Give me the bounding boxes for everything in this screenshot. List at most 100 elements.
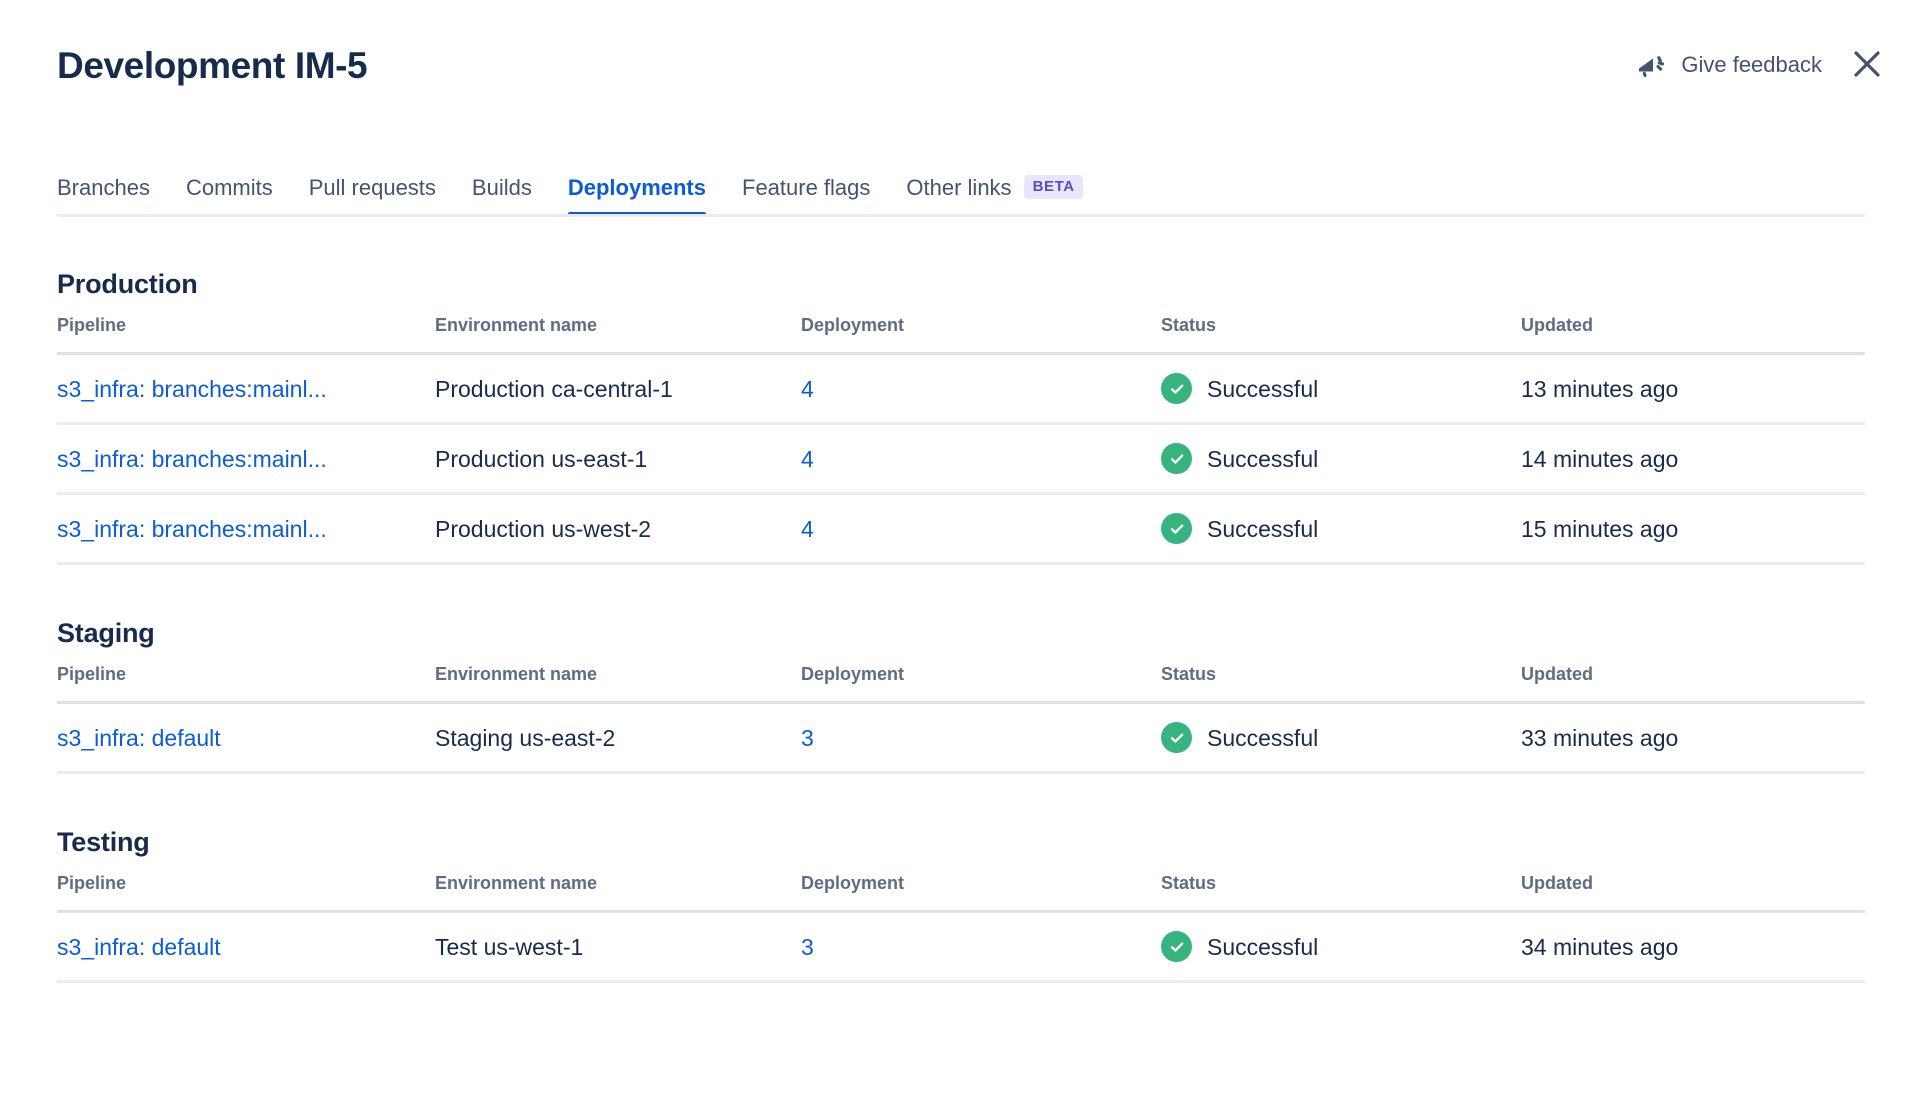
cell-pipeline: s3_infra: branches:mainl... — [57, 493, 435, 565]
tab-deployments[interactable]: Deployments — [567, 174, 707, 216]
updated-text: 13 minutes ago — [1521, 375, 1679, 402]
check-circle-icon — [1161, 722, 1192, 753]
cell-environment-name: Test us-west-1 — [435, 911, 801, 983]
tab-builds[interactable]: Builds — [472, 174, 532, 216]
pipeline-link[interactable]: s3_infra: default — [57, 723, 417, 753]
cell-pipeline: s3_infra: branches:mainl... — [57, 423, 435, 495]
cell-pipeline: s3_infra: default — [57, 911, 435, 983]
section-title: Staging — [57, 618, 155, 648]
status-badge: Successful — [1161, 373, 1521, 404]
cell-updated: 13 minutes ago — [1521, 353, 1865, 425]
status-text: Successful — [1207, 445, 1319, 472]
environment-name-text: Production us-east-1 — [435, 445, 648, 472]
tab-pull-requests[interactable]: Pull requests — [309, 174, 436, 216]
cell-status: Successful — [1161, 353, 1521, 425]
cell-environment-name: Production ca-central-1 — [435, 353, 801, 425]
deployment-link[interactable]: 3 — [801, 723, 1161, 753]
column-header-pipeline: Pipeline — [57, 663, 435, 704]
cell-status: Successful — [1161, 493, 1521, 565]
tab-label: Commits — [185, 175, 273, 200]
column-header-status: Status — [1161, 663, 1521, 704]
environment-name-text: Production ca-central-1 — [435, 375, 673, 402]
tab-label: Branches — [57, 175, 150, 200]
give-feedback-button[interactable]: Give feedback — [1635, 49, 1822, 81]
megaphone-icon — [1635, 49, 1667, 81]
deployments-panel: Development IM-5 Give feedback Branches … — [0, 0, 1930, 1120]
section-testing: Testing Pipeline Environment name Deploymen… — [57, 826, 1865, 983]
tab-bar: Branches Commits Pull requests Builds Deploy… — [57, 170, 1865, 216]
tab-branches[interactable]: Branches — [57, 174, 150, 216]
section-production: Production Pipeline Environment name Deploy… — [57, 268, 1865, 565]
cell-status: Successful — [1161, 911, 1521, 983]
cell-pipeline: s3_infra: default — [57, 702, 435, 774]
column-header-updated: Updated — [1521, 663, 1865, 704]
deployment-link[interactable]: 4 — [801, 374, 1161, 404]
cell-status: Successful — [1161, 702, 1521, 774]
table-header-row: Pipeline Environment name Deployment Status… — [57, 314, 1865, 355]
pipeline-link[interactable]: s3_infra: branches:mainl... — [57, 374, 417, 404]
deployment-link[interactable]: 4 — [801, 444, 1161, 474]
tab-other-links[interactable]: Other links BETA — [906, 174, 1083, 216]
table-row: s3_infra: default Test us-west-1 3 Successf… — [57, 911, 1865, 983]
pipeline-link[interactable]: s3_infra: branches:mainl... — [57, 514, 417, 544]
column-header-deployment: Deployment — [801, 314, 1161, 355]
table-row: s3_infra: branches:mainl... Production us… — [57, 493, 1865, 565]
column-header-updated: Updated — [1521, 314, 1865, 355]
status-badge: Successful — [1161, 931, 1521, 962]
cell-environment-name: Production us-east-1 — [435, 423, 801, 495]
tab-bar-divider — [57, 214, 1865, 217]
status-badge: Successful — [1161, 443, 1521, 474]
status-text: Successful — [1207, 933, 1319, 960]
panel-header: Development IM-5 Give feedback — [0, 0, 1930, 120]
tab-feature-flags[interactable]: Feature flags — [742, 174, 870, 216]
tab-commits[interactable]: Commits — [186, 174, 273, 216]
environment-name-text: Test us-west-1 — [435, 933, 584, 960]
updated-text: 14 minutes ago — [1521, 445, 1679, 472]
cell-status: Successful — [1161, 423, 1521, 495]
deployment-link[interactable]: 3 — [801, 932, 1161, 962]
section-title: Production — [57, 269, 198, 299]
status-text: Successful — [1207, 515, 1319, 542]
column-header-deployment: Deployment — [801, 663, 1161, 704]
column-header-updated: Updated — [1521, 872, 1865, 913]
status-badge: Successful — [1161, 513, 1521, 544]
column-header-pipeline: Pipeline — [57, 314, 435, 355]
deployments-table: Pipeline Environment name Deployment Status… — [57, 872, 1865, 983]
pipeline-link[interactable]: s3_infra: branches:mainl... — [57, 444, 417, 474]
cell-environment-name: Staging us-east-2 — [435, 702, 801, 774]
updated-text: 34 minutes ago — [1521, 933, 1679, 960]
table-row: s3_infra: branches:mainl... Production us… — [57, 423, 1865, 495]
cell-deployment: 4 — [801, 493, 1161, 565]
column-header-deployment: Deployment — [801, 872, 1161, 913]
check-circle-icon — [1161, 373, 1192, 404]
tab-label: Deployments — [567, 175, 706, 200]
cell-updated: 34 minutes ago — [1521, 911, 1865, 983]
tab-label: Other links — [906, 175, 1012, 200]
beta-badge: BETA — [1023, 175, 1083, 199]
column-header-status: Status — [1161, 314, 1521, 355]
updated-text: 15 minutes ago — [1521, 515, 1679, 542]
table-header-row: Pipeline Environment name Deployment Status… — [57, 663, 1865, 704]
tab-label: Pull requests — [308, 175, 436, 200]
table-header-row: Pipeline Environment name Deployment Status… — [57, 872, 1865, 913]
deployments-sections: Production Pipeline Environment name Deploy… — [57, 268, 1865, 983]
cell-updated: 15 minutes ago — [1521, 493, 1865, 565]
column-header-environment-name: Environment name — [435, 872, 801, 913]
check-circle-icon — [1161, 443, 1192, 474]
check-circle-icon — [1161, 931, 1192, 962]
section-title: Testing — [57, 827, 150, 857]
cell-updated: 14 minutes ago — [1521, 423, 1865, 495]
environment-name-text: Production us-west-2 — [435, 515, 652, 542]
close-icon — [1850, 47, 1884, 84]
pipeline-link[interactable]: s3_infra: default — [57, 932, 417, 962]
deployment-link[interactable]: 4 — [801, 514, 1161, 544]
close-button[interactable] — [1850, 48, 1884, 82]
cell-updated: 33 minutes ago — [1521, 702, 1865, 774]
check-circle-icon — [1161, 513, 1192, 544]
tab-label: Builds — [471, 175, 532, 200]
environment-name-text: Staging us-east-2 — [435, 724, 616, 751]
column-header-environment-name: Environment name — [435, 314, 801, 355]
deployments-table: Pipeline Environment name Deployment Status… — [57, 663, 1865, 774]
tab-list: Branches Commits Pull requests Builds Deploy… — [57, 170, 1865, 216]
status-text: Successful — [1207, 375, 1319, 402]
